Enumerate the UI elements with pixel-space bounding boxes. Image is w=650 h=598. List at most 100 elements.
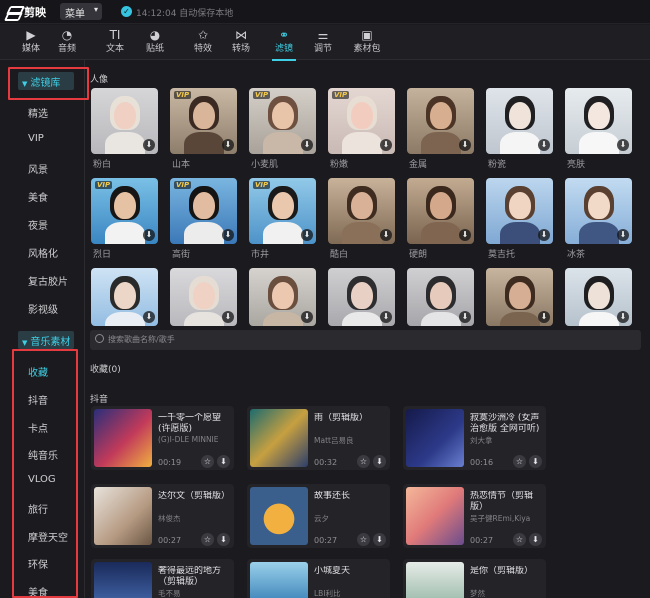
song-card[interactable]: 雨（剪辑版） Matt吕易良 00:32 ☆ ⬇ — [247, 406, 390, 470]
download-icon[interactable]: ⬇ — [301, 139, 313, 151]
tab-media[interactable]: ▶ 媒体 — [11, 28, 51, 59]
favorite-star-icon[interactable]: ☆ — [357, 533, 370, 546]
portrait-body — [263, 312, 303, 326]
filter-thumbnail[interactable]: ⬇ — [170, 268, 237, 326]
song-card[interactable]: 热恋情节（剪辑版） 吴子健REmi,Kiya 00:27 ☆ ⬇ — [403, 484, 546, 548]
download-icon[interactable]: ⬇ — [617, 311, 629, 323]
download-icon[interactable]: ⬇ — [617, 139, 629, 151]
favorite-star-icon[interactable]: ☆ — [201, 533, 214, 546]
filter-thumbnail[interactable]: ⬇ — [565, 178, 632, 244]
tab-material-pack[interactable]: ▣ 素材包 — [347, 28, 387, 59]
sidebar-filter-item[interactable]: 精选 — [28, 105, 48, 120]
download-icon[interactable]: ⬇ — [373, 533, 386, 546]
song-card[interactable]: 故事还长 云夕 00:27 ☆ ⬇ — [247, 484, 390, 548]
filter-thumbnail[interactable]: VIP ⬇ — [170, 88, 237, 154]
filter-thumbnail[interactable]: ⬇ — [91, 88, 158, 154]
filter-thumbnail[interactable]: ⬇ — [328, 178, 395, 244]
sidebar-filter-item[interactable]: 风景 — [28, 161, 48, 176]
song-card[interactable]: 奢得最远的地方（剪辑版） 毛不易 — [91, 559, 234, 598]
sidebar-music-item[interactable]: 美食 — [28, 584, 48, 598]
portrait-face — [114, 102, 136, 129]
tab-effects[interactable]: ✩ 特效 — [183, 28, 223, 59]
download-icon[interactable]: ⬇ — [301, 311, 313, 323]
download-icon[interactable]: ⬇ — [538, 229, 550, 241]
vip-badge: VIP — [253, 91, 271, 99]
filter-thumbnail[interactable]: ⬇ — [565, 88, 632, 154]
download-icon[interactable]: ⬇ — [529, 455, 542, 468]
portrait-face — [272, 192, 294, 219]
filter-thumbnail[interactable]: ⬇ — [486, 178, 553, 244]
filter-thumbnail[interactable]: VIP ⬇ — [170, 178, 237, 244]
download-icon[interactable]: ⬇ — [380, 139, 392, 151]
sidebar-music-item[interactable]: 收藏 — [28, 364, 48, 379]
filter-thumbnail[interactable]: VIP ⬇ — [249, 88, 316, 154]
sidebar-music-item[interactable]: 卡点 — [28, 420, 48, 435]
song-card[interactable]: 是你（剪辑版） 梦然 — [403, 559, 546, 598]
download-icon[interactable]: ⬇ — [222, 139, 234, 151]
tab-audio[interactable]: ◔ 音频 — [47, 28, 87, 59]
tab-sticker[interactable]: ◕ 贴纸 — [135, 28, 175, 59]
sidebar-music-item[interactable]: 摩登天空 — [28, 529, 68, 544]
filter-thumbnail[interactable]: ⬇ — [407, 88, 474, 154]
tab-transition[interactable]: ⋈ 转场 — [221, 28, 261, 59]
filter-thumbnail[interactable]: ⬇ — [249, 268, 316, 326]
download-icon[interactable]: ⬇ — [459, 229, 471, 241]
download-icon[interactable]: ⬇ — [301, 229, 313, 241]
sidebar-music-item[interactable]: 旅行 — [28, 501, 48, 516]
download-icon[interactable]: ⬇ — [373, 455, 386, 468]
sidebar-music-item[interactable]: 环保 — [28, 556, 48, 571]
music-material-header[interactable]: ▼ 音乐素材 — [18, 331, 74, 349]
favorite-star-icon[interactable]: ☆ — [513, 533, 526, 546]
download-icon[interactable]: ⬇ — [143, 139, 155, 151]
download-icon[interactable]: ⬇ — [222, 311, 234, 323]
menu-button[interactable]: 菜单 ▾ — [60, 3, 102, 20]
tab-filter[interactable]: ⚭ 滤镜 — [264, 28, 304, 61]
filter-label: 粉白 — [93, 160, 112, 170]
sidebar-filter-item[interactable]: 影视级 — [28, 301, 58, 316]
sidebar-filter-item[interactable]: 复古胶片 — [28, 273, 68, 288]
tab-label: 调节 — [313, 44, 332, 54]
music-search-input[interactable]: 搜索歌曲名称/歌手 — [90, 330, 641, 350]
download-icon[interactable]: ⬇ — [459, 139, 471, 151]
filter-thumbnail[interactable]: ⬇ — [486, 88, 553, 154]
filter-thumbnail[interactable]: ⬇ — [407, 268, 474, 326]
download-icon[interactable]: ⬇ — [222, 229, 234, 241]
song-card[interactable]: 一千零一个愿望 (许愿版) (G)I-DLE MINNIE 00:19 ☆ ⬇ — [91, 406, 234, 470]
tab-text[interactable]: TI 文本 — [95, 28, 135, 59]
filter-library-label: 滤镜库 — [30, 78, 61, 89]
favorite-star-icon[interactable]: ☆ — [357, 455, 370, 468]
download-icon[interactable]: ⬇ — [217, 455, 230, 468]
filter-thumbnail[interactable]: ⬇ — [486, 268, 553, 326]
sidebar-filter-item[interactable]: 美食 — [28, 189, 48, 204]
sidebar-filter-item[interactable]: VIP — [28, 133, 44, 144]
download-icon[interactable]: ⬇ — [380, 311, 392, 323]
download-icon[interactable]: ⬇ — [538, 139, 550, 151]
filter-thumbnail[interactable]: ⬇ — [565, 268, 632, 326]
song-card[interactable]: 寂寞沙洲冷 (女声治愈版 全网可听) 刘大拿 00:16 ☆ ⬇ — [403, 406, 546, 470]
filter-thumbnail[interactable]: VIP ⬇ — [249, 178, 316, 244]
tab-adjust[interactable]: ⚌ 调节 — [303, 28, 343, 59]
download-icon[interactable]: ⬇ — [380, 229, 392, 241]
download-icon[interactable]: ⬇ — [143, 229, 155, 241]
sidebar-filter-item[interactable]: 夜景 — [28, 217, 48, 232]
download-icon[interactable]: ⬇ — [538, 311, 550, 323]
filter-thumbnail[interactable]: ⬇ — [328, 268, 395, 326]
download-icon[interactable]: ⬇ — [617, 229, 629, 241]
filter-thumbnail[interactable]: VIP ⬇ — [91, 178, 158, 244]
sidebar-music-item[interactable]: 纯音乐 — [28, 447, 58, 462]
filter-thumbnail[interactable]: ⬇ — [91, 268, 158, 326]
download-icon[interactable]: ⬇ — [529, 533, 542, 546]
filter-library-header[interactable]: ▼ 滤镜库 — [18, 72, 74, 90]
filter-thumbnail[interactable]: ⬇ — [407, 178, 474, 244]
favorite-star-icon[interactable]: ☆ — [513, 455, 526, 468]
download-icon[interactable]: ⬇ — [143, 311, 155, 323]
download-icon[interactable]: ⬇ — [217, 533, 230, 546]
song-card[interactable]: 达尔文（剪辑版） 林俊杰 00:27 ☆ ⬇ — [91, 484, 234, 548]
download-icon[interactable]: ⬇ — [459, 311, 471, 323]
sidebar-music-item[interactable]: 抖音 — [28, 392, 48, 407]
filter-thumbnail[interactable]: VIP ⬇ — [328, 88, 395, 154]
sidebar-filter-item[interactable]: 风格化 — [28, 245, 58, 260]
sidebar-music-item[interactable]: VLOG — [28, 474, 56, 485]
song-card[interactable]: 小城夏天 LBI利比 — [247, 559, 390, 598]
favorite-star-icon[interactable]: ☆ — [201, 455, 214, 468]
